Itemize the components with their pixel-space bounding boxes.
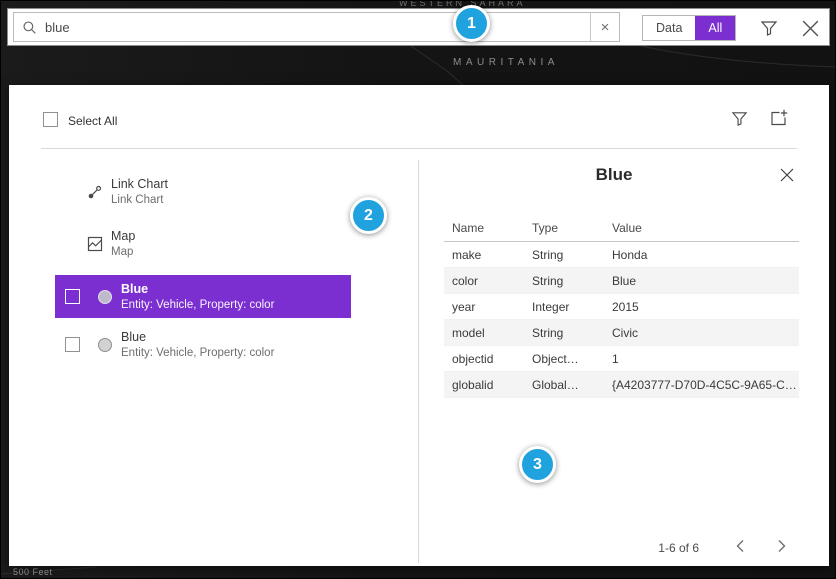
cell-name: color bbox=[444, 274, 524, 288]
cell-type: Object… bbox=[524, 352, 604, 366]
cell-name: model bbox=[444, 326, 524, 340]
table-row[interactable]: model String Civic bbox=[444, 320, 799, 346]
cell-value: Honda bbox=[604, 248, 799, 262]
cell-name: objectid bbox=[444, 352, 524, 366]
result-subtitle: Map bbox=[111, 246, 135, 259]
search-icon bbox=[22, 20, 37, 35]
scope-data-button[interactable]: Data bbox=[643, 16, 695, 40]
search-input[interactable] bbox=[37, 20, 590, 35]
cell-type: String bbox=[524, 274, 604, 288]
clear-search-button[interactable]: × bbox=[590, 13, 619, 41]
result-title: Blue bbox=[121, 282, 274, 296]
cell-value: Civic bbox=[604, 326, 799, 340]
map-scale-text: 500 Feet bbox=[13, 567, 53, 577]
entity-circle-icon bbox=[98, 290, 112, 304]
table-header-row: Name Type Value bbox=[444, 215, 799, 242]
result-checkbox[interactable] bbox=[65, 289, 80, 304]
result-blue-selected[interactable]: Blue Entity: Vehicle, Property: color bbox=[55, 275, 351, 318]
link-chart-icon bbox=[87, 184, 103, 200]
attributes-table: Name Type Value make String Honda color … bbox=[444, 215, 799, 398]
result-map[interactable]: Map Map bbox=[87, 229, 135, 259]
entity-circle-icon bbox=[98, 338, 112, 352]
header-divider bbox=[41, 148, 797, 149]
result-title: Blue bbox=[121, 330, 274, 344]
search-field[interactable]: × bbox=[13, 12, 620, 42]
table-row[interactable]: objectid Object… 1 bbox=[444, 346, 799, 372]
result-title: Link Chart bbox=[111, 177, 168, 191]
close-search-icon[interactable] bbox=[800, 18, 821, 39]
detail-title: Blue bbox=[429, 165, 799, 185]
cell-value: 2015 bbox=[604, 300, 799, 314]
cell-type: String bbox=[524, 326, 604, 340]
scope-all-button[interactable]: All bbox=[695, 16, 735, 40]
table-row[interactable]: globalid Global… {A4203777-D70D-4C5C-9A6… bbox=[444, 372, 799, 398]
cell-name: globalid bbox=[444, 378, 524, 392]
cell-name: year bbox=[444, 300, 524, 314]
cell-value: Blue bbox=[604, 274, 799, 288]
result-subtitle: Entity: Vehicle, Property: color bbox=[121, 299, 274, 312]
cell-value: 1 bbox=[604, 352, 799, 366]
table-row[interactable]: color String Blue bbox=[444, 268, 799, 294]
select-all-checkbox[interactable] bbox=[43, 112, 58, 127]
map-label-country: MAURITANIA bbox=[453, 57, 559, 68]
next-page-icon[interactable] bbox=[772, 537, 790, 555]
map-icon bbox=[87, 236, 103, 252]
result-checkbox[interactable] bbox=[65, 337, 80, 352]
results-filter-icon[interactable] bbox=[731, 110, 748, 127]
app-screenshot: WESTERN SAHARA MAURITANIA 500 Feet × Dat… bbox=[0, 0, 836, 579]
cell-type: Integer bbox=[524, 300, 604, 314]
add-to-new-icon[interactable] bbox=[769, 109, 788, 128]
result-title: Map bbox=[111, 229, 135, 243]
result-link-chart[interactable]: Link Chart Link Chart bbox=[87, 177, 168, 207]
annotation-badge-1: 1 bbox=[453, 5, 490, 42]
cell-name: make bbox=[444, 248, 524, 262]
search-results-panel: Select All Link Chart Link Chart Map bbox=[9, 85, 829, 566]
close-detail-icon[interactable] bbox=[779, 167, 795, 183]
cell-value: {A4203777-D70D-4C5C-9A65-C… bbox=[604, 378, 799, 392]
col-header-value: Value bbox=[604, 221, 799, 235]
select-all-label: Select All bbox=[68, 114, 117, 128]
cell-type: Global… bbox=[524, 378, 604, 392]
pagination-label: 1-6 of 6 bbox=[589, 541, 699, 555]
search-bar: × Data All bbox=[7, 8, 830, 46]
annotation-badge-2: 2 bbox=[350, 197, 387, 234]
prev-page-icon[interactable] bbox=[732, 537, 750, 555]
result-subtitle: Entity: Vehicle, Property: color bbox=[121, 347, 274, 360]
scope-toggle: Data All bbox=[642, 15, 736, 41]
table-row[interactable]: year Integer 2015 bbox=[444, 294, 799, 320]
result-blue[interactable]: Blue Entity: Vehicle, Property: color bbox=[55, 323, 351, 366]
col-header-name: Name bbox=[444, 221, 524, 235]
vertical-divider bbox=[418, 160, 419, 563]
filter-icon[interactable] bbox=[760, 19, 778, 37]
col-header-type: Type bbox=[524, 221, 604, 235]
result-subtitle: Link Chart bbox=[111, 194, 168, 207]
table-row[interactable]: make String Honda bbox=[444, 242, 799, 268]
annotation-badge-3: 3 bbox=[519, 446, 556, 483]
cell-type: String bbox=[524, 248, 604, 262]
